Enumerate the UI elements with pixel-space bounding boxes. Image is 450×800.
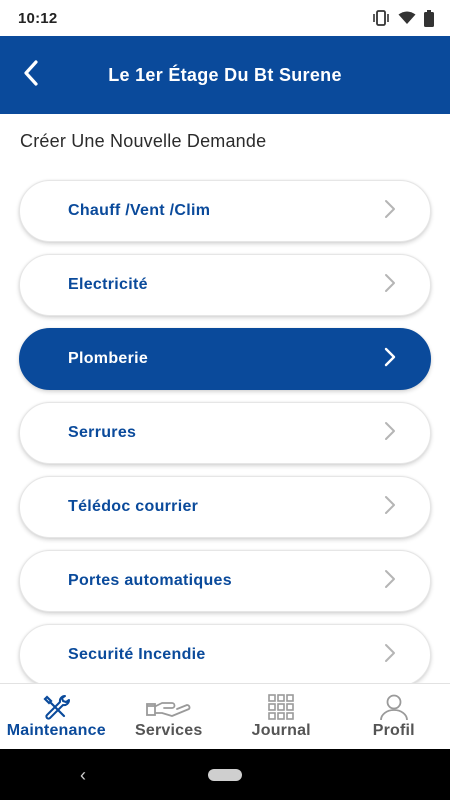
nav-label: Profil: [372, 722, 415, 739]
section-title: Créer Une Nouvelle Demande: [20, 131, 267, 151]
category-label: Télédoc courrier: [68, 498, 199, 515]
category-item-portes-automatiques[interactable]: Portes automatiques: [19, 550, 431, 612]
nav-item-profil[interactable]: Profil: [338, 684, 450, 749]
tools-icon: [41, 694, 71, 720]
category-item-electricite[interactable]: Electricité: [19, 254, 431, 316]
chevron-right-icon: [384, 347, 396, 372]
chevron-right-icon: [384, 421, 396, 446]
category-label: Electricité: [68, 276, 148, 293]
nav-label: Maintenance: [6, 722, 106, 739]
page-title: Le 1er Étage Du Bt Surene: [108, 64, 342, 85]
category-label: Securité Incendie: [68, 646, 206, 663]
category-label: Plomberie: [68, 350, 149, 367]
system-back-icon[interactable]: ‹: [80, 765, 86, 786]
nav-item-maintenance[interactable]: Maintenance: [0, 684, 113, 749]
category-item-teledoc-courrier[interactable]: Télédoc courrier: [19, 476, 431, 538]
category-label: Portes automatiques: [68, 572, 232, 589]
home-pill[interactable]: [208, 768, 242, 781]
battery-icon: [424, 9, 434, 27]
category-item-securite-incendie[interactable]: Securité Incendie: [19, 624, 431, 686]
bottom-nav: Maintenance Services Journal Profil: [0, 683, 450, 749]
category-item-chauff-vent-clim[interactable]: Chauff /Vent /Clim: [19, 180, 431, 242]
nav-label: Services: [135, 722, 203, 739]
category-item-serrures[interactable]: Serrures: [19, 402, 431, 464]
vibrate-icon: [372, 10, 390, 26]
back-button[interactable]: [0, 36, 62, 114]
status-icons: [372, 9, 434, 27]
category-list: Chauff /Vent /Clim Electricité Plomberie…: [19, 180, 431, 698]
category-item-plomberie[interactable]: Plomberie: [19, 328, 431, 390]
nav-label: Journal: [251, 722, 311, 739]
nav-item-journal[interactable]: Journal: [225, 684, 338, 749]
status-time: 10:12: [18, 9, 58, 27]
app-header: Le 1er Étage Du Bt Surene: [0, 36, 450, 114]
hand-icon: [145, 694, 192, 720]
wifi-icon: [398, 11, 416, 25]
status-bar: 10:12: [0, 0, 450, 36]
person-icon: [379, 694, 409, 720]
chevron-right-icon: [384, 569, 396, 594]
grid-icon: [267, 694, 295, 720]
system-nav-bar: ‹: [0, 749, 450, 800]
category-label: Chauff /Vent /Clim: [68, 202, 211, 219]
chevron-right-icon: [384, 643, 396, 668]
chevron-right-icon: [384, 273, 396, 298]
category-label: Serrures: [68, 424, 137, 441]
chevron-right-icon: [384, 495, 396, 520]
chevron-left-icon: [23, 59, 39, 91]
nav-item-services[interactable]: Services: [113, 684, 226, 749]
chevron-right-icon: [384, 199, 396, 224]
